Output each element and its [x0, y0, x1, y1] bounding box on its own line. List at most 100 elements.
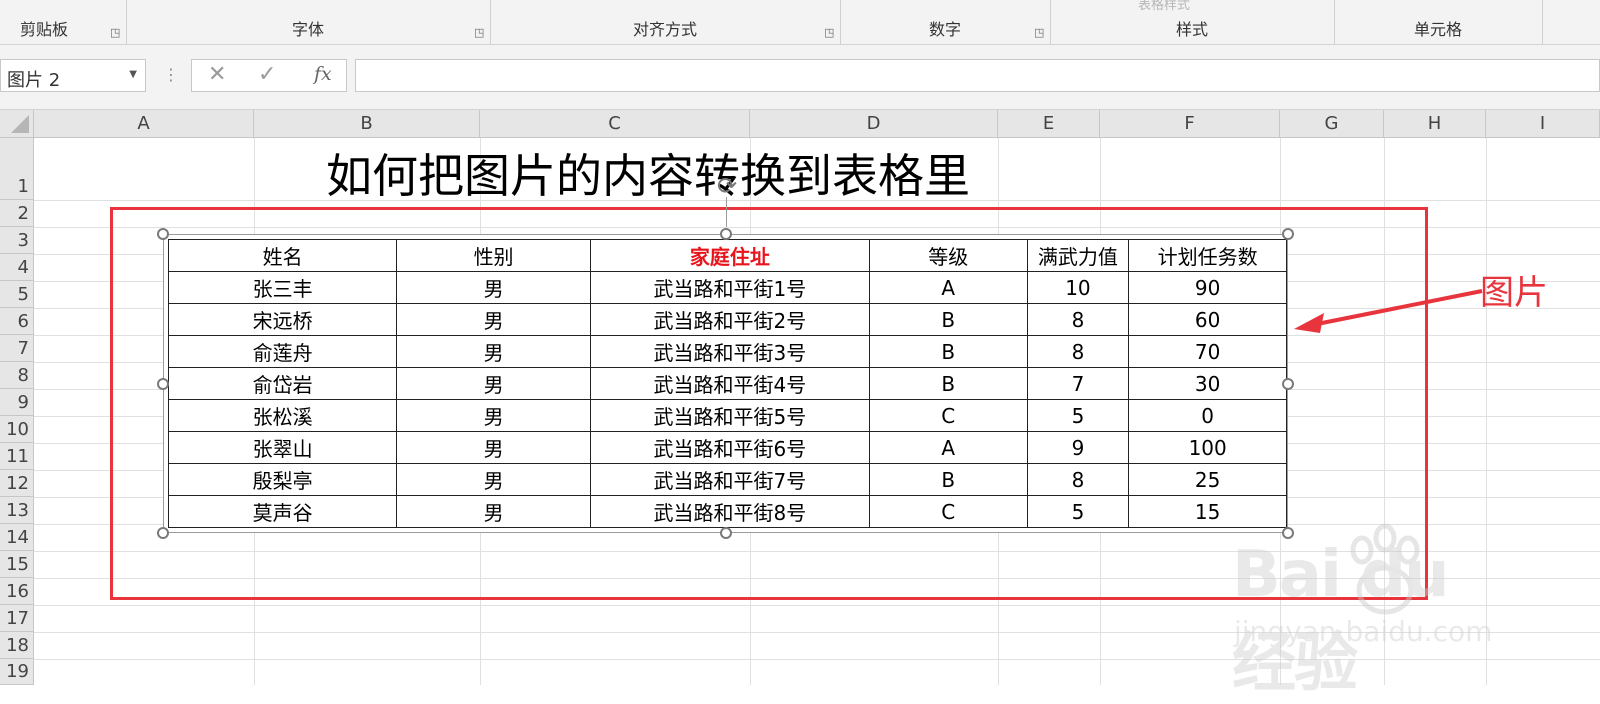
select-all-button[interactable] — [0, 110, 34, 138]
picture-table-row: 莫声谷男武当路和平街8号 C 5 15 — [167, 495, 1287, 528]
column-header-e[interactable]: E — [998, 110, 1100, 138]
row-header-19[interactable]: 19 — [0, 659, 34, 685]
header-cell: 满武力值 — [1026, 239, 1130, 272]
resize-handle-left[interactable] — [157, 378, 169, 390]
table-cell: 男 — [396, 463, 591, 496]
table-cell: C — [868, 495, 1028, 528]
column-header-d[interactable]: D — [750, 110, 998, 138]
rotate-handle-icon[interactable]: ⟳ — [714, 173, 740, 199]
formula-bar: 图片 2 ▼ ⋮ ✕ ✓ fx — [0, 45, 1600, 110]
column-header-c[interactable]: C — [480, 110, 750, 138]
annotation-arrow-icon — [1294, 289, 1483, 333]
name-box[interactable]: 图片 2 ▼ — [0, 59, 146, 92]
picture-table-body: 张三丰男武当路和平街1号 A 10 90 宋远桥男武当路和平街2号 B 8 60 俞莲舟男武当路… — [167, 271, 1287, 528]
table-cell: A — [868, 431, 1028, 464]
table-cell: C — [868, 399, 1028, 432]
table-cell: 25 — [1128, 463, 1287, 496]
header-cell: 计划任务数 — [1128, 239, 1287, 272]
picture-table-row: 张三丰男武当路和平街1号 A 10 90 — [167, 271, 1287, 304]
row-header-14[interactable]: 14 — [0, 524, 34, 551]
cancel-icon[interactable]: ✕ — [208, 62, 226, 87]
table-cell: 男 — [396, 495, 591, 528]
resize-handle-top[interactable] — [720, 228, 732, 240]
column-header-h[interactable]: H — [1384, 110, 1486, 138]
header-cell: 性别 — [396, 239, 591, 272]
chevron-down-icon[interactable]: ▼ — [129, 69, 137, 80]
table-cell: 10 — [1026, 271, 1130, 304]
column-header-a[interactable]: A — [34, 110, 254, 138]
ribbon-group-label: 字体 — [291, 20, 324, 39]
insert-function-icon[interactable]: fx — [314, 63, 332, 85]
row-header-2[interactable]: 2 — [0, 200, 34, 227]
ribbon-group-label: 数字 — [928, 20, 961, 39]
dialog-launcher-icon[interactable]: ◳ — [1034, 27, 1044, 38]
ribbon-group-label: 对齐方式 — [632, 20, 697, 39]
row-header-18[interactable]: 18 — [0, 632, 34, 659]
table-cell: 男 — [396, 303, 591, 336]
formula-input[interactable] — [355, 59, 1600, 92]
header-cell-highlight: 家庭住址 — [589, 239, 870, 272]
formula-controls: ✕ ✓ fx — [191, 59, 347, 92]
row-header-7[interactable]: 7 — [0, 335, 34, 362]
resize-handle-bottom[interactable] — [720, 527, 732, 539]
dialog-launcher-icon[interactable]: ◳ — [474, 27, 484, 38]
resize-handle-right[interactable] — [1282, 378, 1294, 390]
enter-icon[interactable]: ✓ — [258, 62, 276, 87]
dialog-launcher-icon[interactable]: ◳ — [110, 27, 120, 38]
picture-table-row: 俞莲舟男武当路和平街3号 B 8 70 — [167, 335, 1287, 368]
ribbon-group-cells: 单元格 — [1334, 0, 1543, 44]
header-cell: 姓名 — [167, 239, 398, 272]
row-header-9[interactable]: 9 — [0, 389, 34, 416]
table-cell: 70 — [1128, 335, 1287, 368]
table-cell: 8 — [1026, 463, 1130, 496]
table-cell: B — [868, 463, 1028, 496]
sheet-title[interactable]: 如何把图片的内容转换到表格里 — [326, 140, 970, 206]
resize-handle-bottom-left[interactable] — [157, 527, 169, 539]
table-cell: 100 — [1128, 431, 1287, 464]
column-header-f[interactable]: F — [1100, 110, 1280, 138]
row-header-16[interactable]: 16 — [0, 578, 34, 605]
paw-icon — [1350, 523, 1420, 615]
column-header-b[interactable]: B — [254, 110, 480, 138]
annotation-label: 图片 — [1480, 273, 1548, 313]
column-header-g[interactable]: G — [1280, 110, 1384, 138]
ribbon-group-alignment: 对齐方式 ◳ — [490, 0, 841, 44]
table-cell: B — [868, 335, 1028, 368]
table-cell: 8 — [1026, 335, 1130, 368]
row-header-8[interactable]: 8 — [0, 362, 34, 389]
table-cell: 武当路和平街3号 — [589, 335, 870, 368]
table-cell: 男 — [396, 399, 591, 432]
picture-table-row: 俞岱岩男武当路和平街4号 B 7 30 — [167, 367, 1287, 400]
row-header-13[interactable]: 13 — [0, 497, 34, 524]
table-cell: B — [868, 367, 1028, 400]
ribbon-group-styles: 样式 — [1050, 0, 1335, 44]
table-cell: 0 — [1128, 399, 1287, 432]
table-cell: 男 — [396, 271, 591, 304]
table-cell: 俞岱岩 — [167, 367, 398, 400]
table-cell: 7 — [1026, 367, 1130, 400]
row-header-12[interactable]: 12 — [0, 470, 34, 497]
table-cell: B — [868, 303, 1028, 336]
table-cell: 武当路和平街6号 — [589, 431, 870, 464]
row-header-3[interactable]: 3 — [0, 227, 34, 254]
picture-table-row: 张翠山男武当路和平街6号 A 9 100 — [167, 431, 1287, 464]
resize-handle-top-left[interactable] — [157, 228, 169, 240]
row-header-4[interactable]: 4 — [0, 254, 34, 281]
row-header-5[interactable]: 5 — [0, 281, 34, 308]
ribbon: 表格样式 剪贴板 ◳ 字体 ◳ 对齐方式 ◳ 数字 ◳ 样式 单元格 — [0, 0, 1600, 45]
dialog-launcher-icon[interactable]: ◳ — [824, 27, 834, 38]
row-header-15[interactable]: 15 — [0, 551, 34, 578]
table-cell: 武当路和平街1号 — [589, 271, 870, 304]
column-header-i[interactable]: I — [1486, 110, 1600, 138]
row-header-10[interactable]: 10 — [0, 416, 34, 443]
row-header-11[interactable]: 11 — [0, 443, 34, 470]
row-header-17[interactable]: 17 — [0, 605, 34, 632]
table-cell: 殷梨亭 — [167, 463, 398, 496]
resize-handle-top-right[interactable] — [1282, 228, 1294, 240]
row-header-1[interactable]: 1 — [0, 138, 34, 200]
picture-object[interactable]: 姓名 性别 家庭住址 等级 满武力值 计划任务数 张三丰男武当路和平街1号 A 10… — [163, 234, 1288, 533]
more-options-icon[interactable]: ⋮ — [163, 65, 179, 84]
row-header-6[interactable]: 6 — [0, 308, 34, 335]
table-cell: 张翠山 — [167, 431, 398, 464]
picture-table-row: 张松溪男武当路和平街5号 C 5 0 — [167, 399, 1287, 432]
